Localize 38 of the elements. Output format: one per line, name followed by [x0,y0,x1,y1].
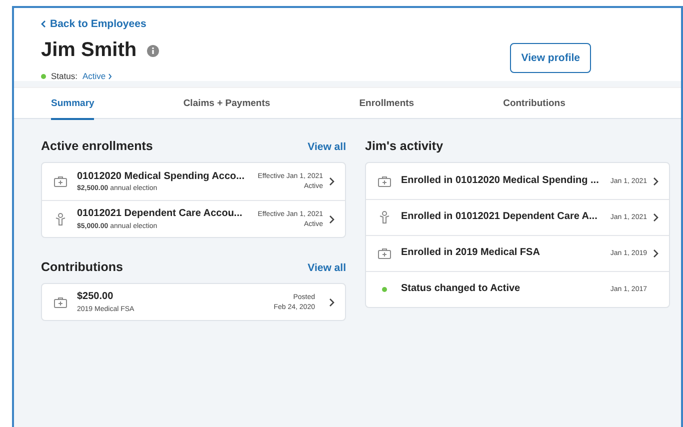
chevron-right-icon [329,298,335,306]
view-profile-button[interactable]: View profile [510,43,591,73]
view-all-link[interactable]: View all [308,262,346,274]
status-dot [382,287,386,292]
back-link[interactable]: Back to Employees [41,18,159,30]
activity-text: Enrolled in 2019 Medical FSA [401,247,541,260]
status-dot [41,74,46,78]
chevron-right-icon [653,249,659,258]
chevron-right-icon [108,72,112,80]
chevron-right-icon [329,214,335,224]
chevron-left-icon [41,20,46,28]
section-title: Active enrollments [41,139,153,153]
child-figure-icon [378,211,390,224]
tab[interactable]: Claims + Payments [183,88,270,120]
activity-text: Enrolled in 01012021 Dependent Care A... [401,211,598,224]
enrollment-name: 01012020 Medical Spending Acco... [77,170,246,184]
contribution-amount: $250.00 [77,291,114,304]
section-title: Contributions [41,260,123,274]
view-all-link[interactable]: View all [308,141,346,153]
medical-kit-icon [54,296,66,308]
employee-name: Jim Smith [41,39,137,62]
section-title: Jim's activity [365,139,444,153]
medical-kit-icon [378,248,390,259]
tab[interactable]: Contributions [503,88,566,120]
child-figure-icon [54,212,66,226]
chevron-right-icon [329,177,335,186]
info-icon[interactable] [146,44,159,56]
tab[interactable]: Enrollments [359,88,414,120]
activity-text: Status changed to Active [401,283,522,296]
activity-text: Enrolled in 01012020 Medical Spending ... [401,174,600,188]
medical-kit-icon [378,176,390,186]
chevron-right-icon [653,176,659,186]
status-link[interactable]: Active [82,71,112,81]
tab[interactable]: Summary [51,88,94,120]
status-label: Status: [51,71,78,81]
medical-kit-icon [54,176,66,187]
enrollment-name: 01012021 Dependent Care Accou... [77,208,244,221]
chevron-right-icon [653,213,659,222]
